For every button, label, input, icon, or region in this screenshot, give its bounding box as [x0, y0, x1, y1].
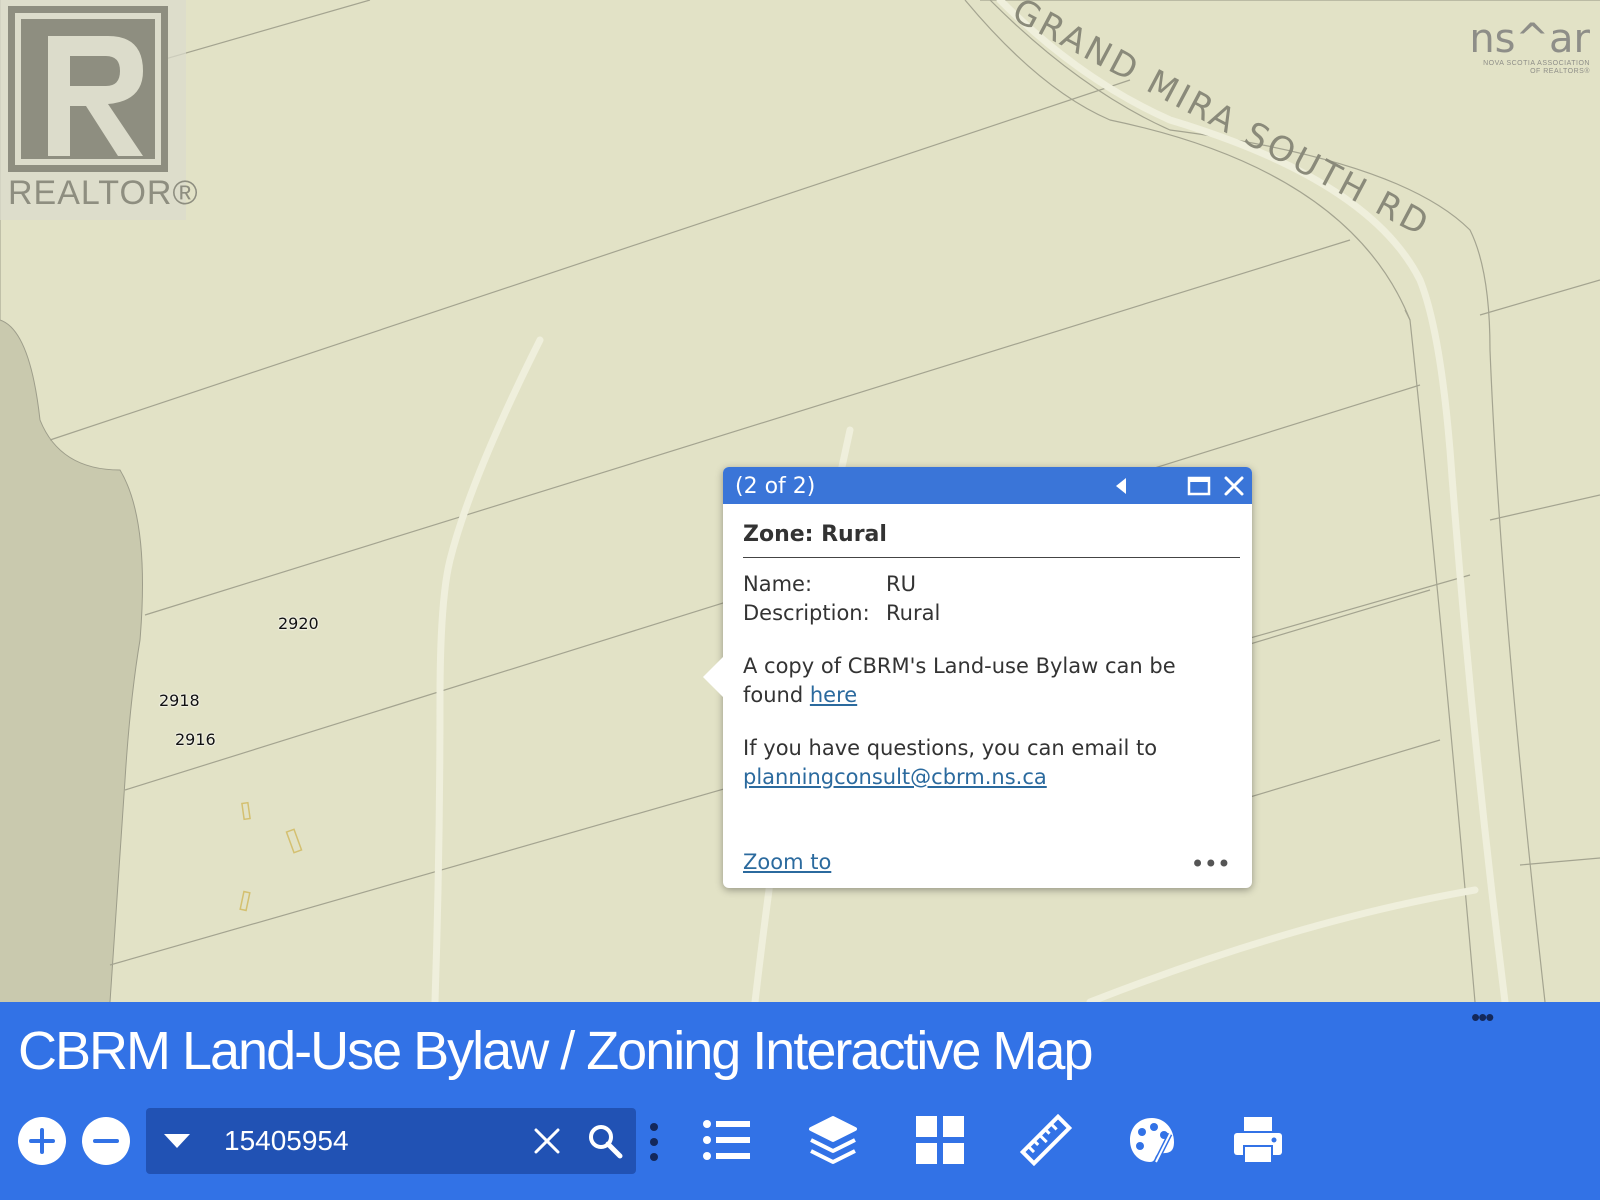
- measure-button[interactable]: [1019, 1113, 1073, 1167]
- zoom-in-button[interactable]: [18, 1117, 66, 1165]
- search-icon: [589, 1125, 623, 1159]
- clear-icon: [534, 1128, 560, 1154]
- legend-list-icon: [703, 1120, 750, 1160]
- draw-button[interactable]: [1126, 1114, 1178, 1166]
- realtor-text: REALTOR®: [8, 174, 199, 212]
- address-label-2916: 2916: [175, 730, 216, 749]
- feature-popup: (2 of 2) Zone: Rural Name: RU Description…: [703, 467, 1252, 888]
- contact-paragraph: If you have questions, you can email to p…: [743, 734, 1240, 792]
- attribute-label: Description:: [743, 601, 870, 625]
- search-button[interactable]: [586, 1122, 624, 1160]
- app-toolbar: ••• CBRM Land-Use Bylaw / Zoning Interac…: [0, 1002, 1600, 1200]
- header-more-button[interactable]: •••: [1471, 1002, 1494, 1033]
- popup-header: (2 of 2): [723, 467, 1252, 504]
- popup-footer: Zoom to •••: [743, 850, 1232, 880]
- search-source-dropdown[interactable]: [162, 1128, 192, 1159]
- nsar-logo: ns^ar NOVA SCOTIA ASSOCIATION OF REALTOR…: [1460, 18, 1590, 80]
- bylaw-text: A copy of CBRM's Land-use Bylaw can be f…: [743, 654, 1176, 707]
- attribute-label: Name:: [743, 572, 813, 596]
- minus-icon: [93, 1139, 119, 1143]
- layers-icon: [809, 1116, 857, 1164]
- legend-button[interactable]: [701, 1114, 753, 1166]
- zoom-out-button[interactable]: [82, 1117, 130, 1165]
- vertical-dots-icon: [650, 1123, 658, 1161]
- attribute-row-name: Name: RU: [743, 570, 1240, 599]
- basemap-gallery-icon: [916, 1116, 964, 1164]
- attribute-value: RU: [886, 572, 916, 596]
- previous-feature-icon[interactable]: [1108, 473, 1134, 499]
- attribute-row-description: Description: Rural: [743, 599, 1240, 628]
- bylaw-link[interactable]: here: [810, 683, 857, 707]
- nsar-subtitle-2: OF REALTORS®: [1530, 68, 1590, 75]
- bylaw-paragraph: A copy of CBRM's Land-use Bylaw can be f…: [743, 652, 1240, 710]
- popup-body: Zone: Rural Name: RU Description: Rural A …: [723, 504, 1252, 792]
- popup-more-button[interactable]: •••: [1191, 850, 1231, 878]
- search-options-button[interactable]: [648, 1122, 660, 1162]
- email-link[interactable]: planningconsult@cbrm.ns.ca: [743, 765, 1047, 789]
- realtor-logo: REALTOR®: [0, 0, 198, 220]
- popup-pointer: [703, 657, 723, 697]
- close-icon[interactable]: [1221, 473, 1247, 499]
- dropdown-icon: [164, 1134, 190, 1148]
- address-label-2918: 2918: [159, 691, 200, 710]
- layers-button[interactable]: [807, 1114, 859, 1166]
- maximize-icon[interactable]: [1186, 473, 1212, 499]
- search-input[interactable]: [222, 1122, 456, 1160]
- draw-palette-icon: [1130, 1118, 1174, 1164]
- attribute-table: Name: RU Description: Rural: [743, 570, 1240, 628]
- basemap-gallery-button[interactable]: [914, 1114, 966, 1166]
- clear-search-button[interactable]: [532, 1126, 562, 1156]
- contact-text: If you have questions, you can email to: [743, 736, 1158, 760]
- plus-icon: [29, 1128, 55, 1154]
- measure-ruler-icon: [1019, 1113, 1073, 1167]
- zoom-to-link[interactable]: Zoom to: [743, 850, 831, 874]
- app-title: CBRM Land-Use Bylaw / Zoning Interactive…: [18, 1021, 1093, 1081]
- address-label-2920: 2920: [278, 614, 319, 633]
- print-icon: [1234, 1117, 1282, 1164]
- realtor-r-mark: [8, 6, 168, 172]
- popup-count: (2 of 2): [735, 474, 816, 499]
- print-button[interactable]: [1232, 1114, 1284, 1166]
- attribute-value: Rural: [886, 601, 941, 625]
- search-widget: [146, 1108, 636, 1174]
- popup-title: Zone: Rural: [743, 522, 1240, 558]
- nsar-mark: ns^ar: [1469, 16, 1590, 62]
